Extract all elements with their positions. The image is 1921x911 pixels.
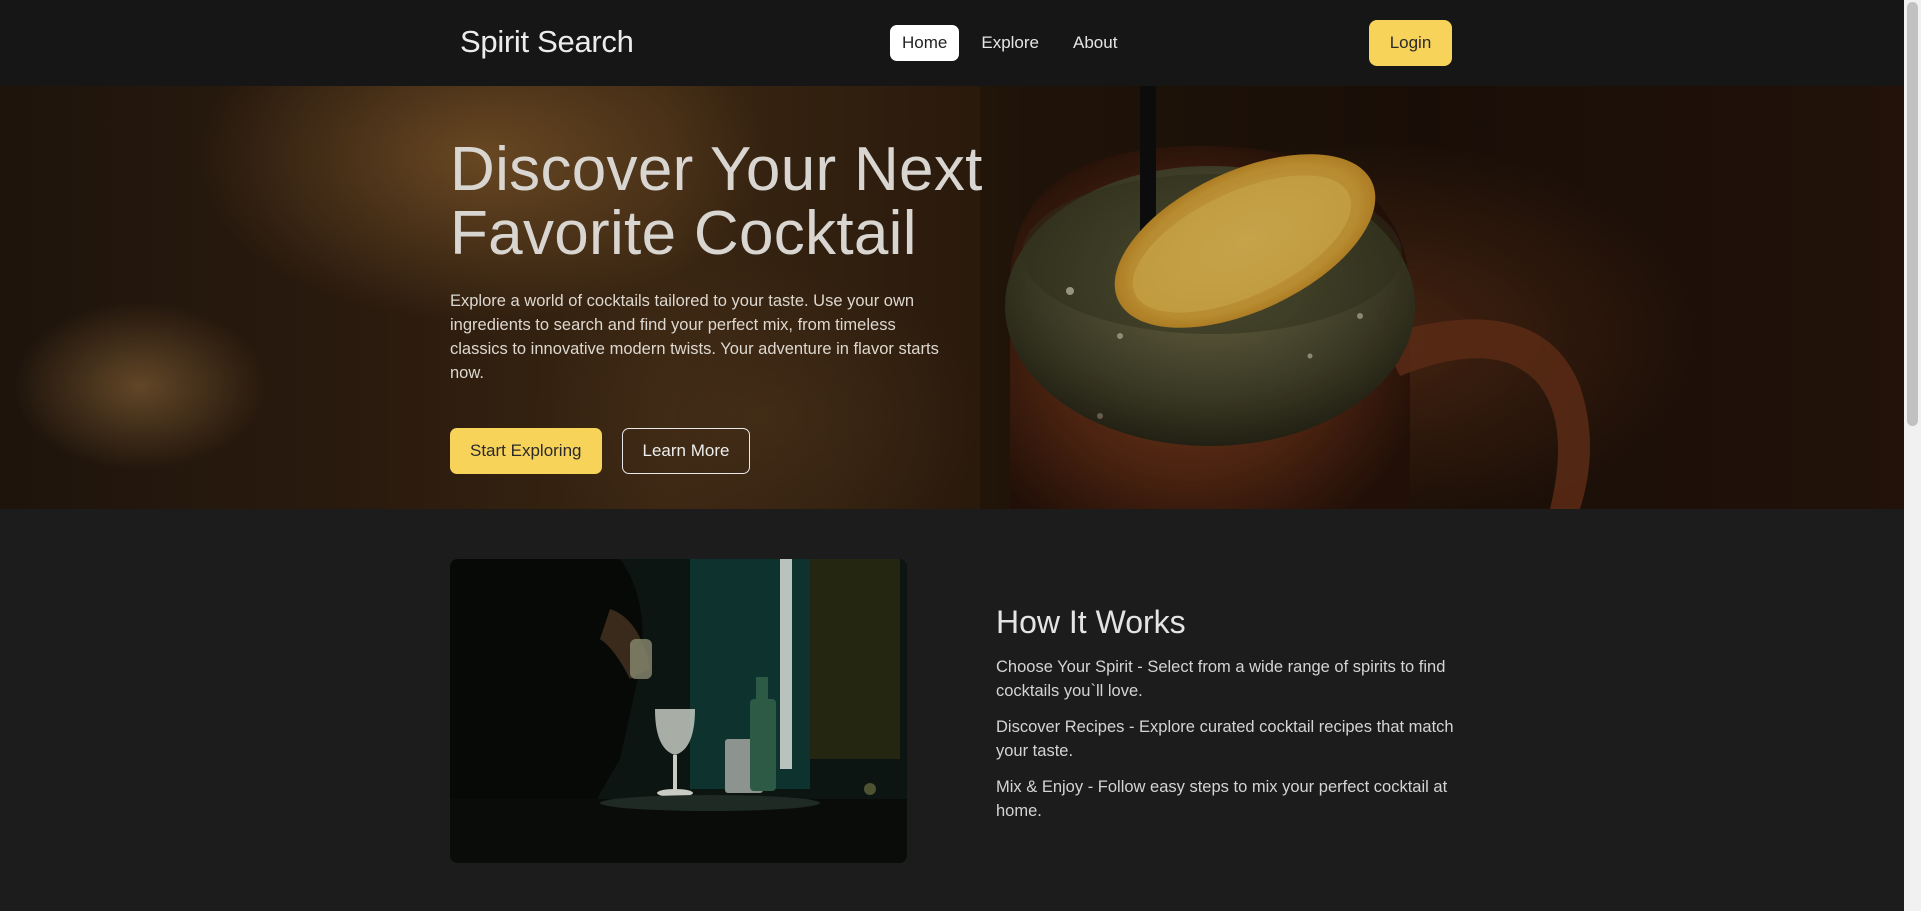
page-scrollbar[interactable]: [1904, 0, 1921, 911]
login-button[interactable]: Login: [1369, 20, 1452, 66]
scrollbar-thumb[interactable]: [1907, 2, 1918, 426]
step-discover-recipes: Discover Recipes - Explore curated cockt…: [996, 718, 1454, 760]
nav-link-home[interactable]: Home: [890, 25, 960, 61]
hero-title: Discover Your Next Favorite Cocktail: [450, 135, 983, 268]
bartender-image: [450, 559, 907, 863]
brand-logo[interactable]: Spirit Search: [460, 24, 634, 60]
nav-links: Home Explore About: [890, 25, 1129, 61]
hero-content: Discover Your Next Favorite Cocktail Exp…: [450, 138, 1070, 474]
learn-more-button[interactable]: Learn More: [621, 428, 751, 474]
navbar: Spirit Search Home Explore About Login: [0, 0, 1904, 86]
page: Spirit Search Home Explore About Login D…: [0, 0, 1904, 911]
hero-buttons: Start Exploring Learn More: [450, 428, 1070, 474]
step-mix-enjoy: Mix & Enjoy - Follow easy steps to mix y…: [996, 778, 1448, 820]
start-exploring-button[interactable]: Start Exploring: [450, 428, 602, 474]
nav-link-about[interactable]: About: [1061, 25, 1129, 61]
how-it-works-section: How It Works Choose Your Spirit - Select…: [0, 509, 1904, 911]
step-choose-spirit: Choose Your Spirit - Select from a wide …: [996, 658, 1446, 700]
how-it-works-title: How It Works: [996, 604, 1186, 640]
hero-section: Discover Your Next Favorite Cocktail Exp…: [0, 86, 1904, 509]
hero-background-image: [980, 86, 1904, 509]
how-it-works-content: How It Works Choose Your Spirit - Select…: [996, 604, 1466, 823]
hero-description: Explore a world of cocktails tailored to…: [450, 292, 939, 382]
nav-link-explore[interactable]: Explore: [969, 25, 1051, 61]
